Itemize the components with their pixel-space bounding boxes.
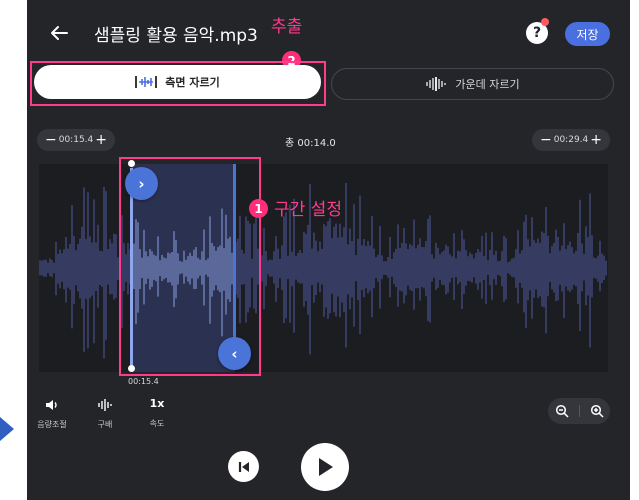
tab-middle-cut[interactable]: 가운데 자르기 [331, 68, 614, 100]
speed-value: 1x [149, 397, 165, 410]
range-annotation-box [119, 157, 261, 376]
editor-screen: 샘플링 활용 음악.mp3 ? 저장 추출 2 측면 자르기 가운데 자르기 −… [27, 0, 630, 500]
back-button[interactable] [45, 19, 73, 47]
zoom-in-button[interactable] [587, 401, 607, 421]
start-decrement-button[interactable]: − [45, 133, 57, 147]
speed-control[interactable]: 1x 속도 [143, 397, 171, 429]
tempo-control[interactable]: 구배 [91, 399, 119, 430]
speed-label: 속도 [149, 419, 165, 428]
zoom-out-icon [555, 404, 569, 418]
zoom-in-icon [590, 404, 604, 418]
zoom-controls [548, 398, 610, 424]
zoom-divider [578, 405, 580, 417]
file-title: 샘플링 활용 음악.mp3 [94, 26, 258, 46]
end-time-value: 00:29.4 [553, 135, 589, 145]
volume-label: 음량조절 [37, 420, 67, 429]
end-decrement-button[interactable]: − [540, 133, 552, 147]
skip-start-button[interactable] [228, 451, 259, 482]
tab-middle-cut-label: 가운데 자르기 [455, 78, 520, 91]
save-button[interactable]: 저장 [565, 22, 610, 46]
end-increment-button[interactable]: + [590, 133, 602, 147]
extract-annotation-label: 추출 [271, 17, 303, 37]
volume-control[interactable]: 음량조절 [36, 399, 68, 430]
play-button[interactable] [301, 443, 349, 491]
start-time-value: 00:15.4 [58, 135, 94, 145]
tab-side-cut-label: 측면 자르기 [165, 76, 220, 89]
volume-icon [46, 400, 57, 410]
tempo-icon [98, 399, 112, 411]
range-annotation-label: 구간 설정 [274, 200, 342, 220]
total-duration: 총 00:14.0 [285, 138, 336, 149]
tab-side-cut[interactable]: 측면 자르기 [34, 65, 321, 99]
notification-dot [541, 18, 549, 26]
marker-time-label: 00:15.4 [128, 377, 159, 386]
end-time-stepper: − 00:29.4 + [532, 129, 610, 151]
skip-start-icon [238, 461, 249, 472]
side-arrow-icon [0, 417, 14, 441]
play-icon [319, 458, 333, 476]
tempo-label: 구배 [97, 420, 113, 429]
middle-cut-icon [426, 77, 447, 91]
side-cut-icon [135, 76, 158, 88]
zoom-out-button[interactable] [552, 401, 572, 421]
back-arrow-icon [51, 26, 68, 40]
start-time-stepper: − 00:15.4 + [37, 129, 115, 151]
range-annotation-badge: 1 [249, 199, 268, 218]
start-increment-button[interactable]: + [95, 133, 107, 147]
